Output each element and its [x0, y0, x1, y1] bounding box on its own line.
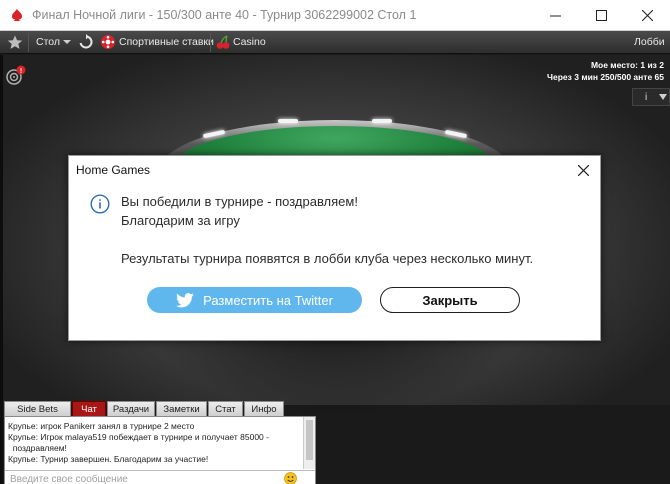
- dialog-title: Home Games: [76, 163, 151, 177]
- tournament-win-dialog: Home Games Вы победили в турнире - поздр…: [68, 155, 601, 341]
- congrats-message: Вы победили в турнире - поздравляем!: [121, 194, 358, 209]
- toolbar-divider: [210, 33, 211, 52]
- twitter-bird-icon: [176, 292, 194, 307]
- left-edge: [0, 55, 3, 484]
- emoji-icon[interactable]: [284, 472, 297, 484]
- scrollbar-thumb[interactable]: [306, 420, 313, 460]
- casino-cherries-icon[interactable]: [215, 34, 231, 50]
- thanks-message: Благодарим за игру: [121, 213, 240, 228]
- tab-notes[interactable]: Заметки: [156, 401, 207, 416]
- pokerstars-logo-icon: [12, 9, 22, 21]
- twitter-button-label: Разместить на Twitter: [203, 292, 333, 308]
- maximize-button[interactable]: [578, 0, 624, 31]
- close-window-button[interactable]: [624, 0, 670, 31]
- info-icon: [90, 194, 110, 214]
- chat-message: Крупье: Игрок malaya519 побеждает в турн…: [8, 432, 269, 442]
- tab-side-bets[interactable]: Side Bets: [4, 401, 71, 416]
- tab-chat[interactable]: Чат: [72, 401, 106, 416]
- svg-text:!: !: [20, 68, 22, 75]
- chat-input[interactable]: Введите свое сообщение: [5, 470, 315, 484]
- tab-stats[interactable]: Стат: [208, 401, 243, 416]
- chat-message: поздравляем!: [8, 443, 67, 453]
- info-button-label: i: [645, 91, 648, 103]
- minimize-button[interactable]: [532, 0, 578, 31]
- lobby-button[interactable]: Лобби: [634, 36, 665, 48]
- minimize-icon: [549, 15, 561, 17]
- close-icon: [641, 10, 653, 21]
- window-title: Финал Ночной лиги - 150/300 анте 40 - Ту…: [32, 8, 417, 22]
- target-notification-icon[interactable]: !: [5, 65, 27, 87]
- table-menu-button[interactable]: Стол: [36, 36, 60, 48]
- rebuy-refresh-icon[interactable]: [78, 34, 94, 50]
- chevron-down-icon[interactable]: [62, 37, 72, 47]
- close-button-label: Закрыть: [422, 292, 478, 308]
- chat-panel: Крупье: игрок Panikerr занял в турнире 2…: [4, 416, 316, 484]
- sports-ball-icon[interactable]: [100, 34, 116, 50]
- chevron-down-icon: [659, 94, 668, 100]
- next-level-text: Через 3 мин 250/500 анте 65: [547, 72, 664, 82]
- rail-light: [278, 119, 298, 123]
- close-icon: [577, 164, 589, 176]
- chat-scrollbar[interactable]: [303, 417, 315, 469]
- chat-message: Крупье: игрок Panikerr занял в турнире 2…: [8, 421, 195, 431]
- chat-input-placeholder: Введите свое сообщение: [10, 474, 128, 484]
- title-bar: Финал Ночной лиги - 150/300 анте 40 - Ту…: [0, 0, 670, 31]
- rail-light: [372, 119, 392, 123]
- maximize-icon: [595, 10, 607, 21]
- results-message: Результаты турнира появятся в лобби клуб…: [121, 251, 534, 266]
- tab-info[interactable]: Инфо: [244, 401, 284, 416]
- my-place-text: Мое место: 1 из 2: [590, 60, 664, 70]
- share-twitter-button[interactable]: Разместить на Twitter: [147, 287, 362, 313]
- table-info-button[interactable]: i: [632, 88, 670, 106]
- tournament-status: Мое место: 1 из 2 Через 3 мин 250/500 ан…: [547, 59, 664, 83]
- chat-message: Крупье: Турнир завершен. Благодарим за у…: [8, 454, 209, 464]
- favorite-star-icon[interactable]: [6, 34, 24, 51]
- sports-betting-link[interactable]: Спортивные ставки: [119, 36, 214, 48]
- tab-hands[interactable]: Раздачи: [107, 401, 155, 416]
- toolbar-divider: [28, 33, 29, 52]
- close-dialog-button[interactable]: Закрыть: [380, 287, 520, 313]
- dialog-close-button[interactable]: [570, 158, 596, 182]
- toolbar: Стол Спортивные ставки Casino Лобби: [0, 31, 670, 54]
- chat-tabs: Side Bets Чат Раздачи Заметки Стат Инфо: [4, 401, 285, 416]
- casino-link[interactable]: Casino: [233, 36, 266, 48]
